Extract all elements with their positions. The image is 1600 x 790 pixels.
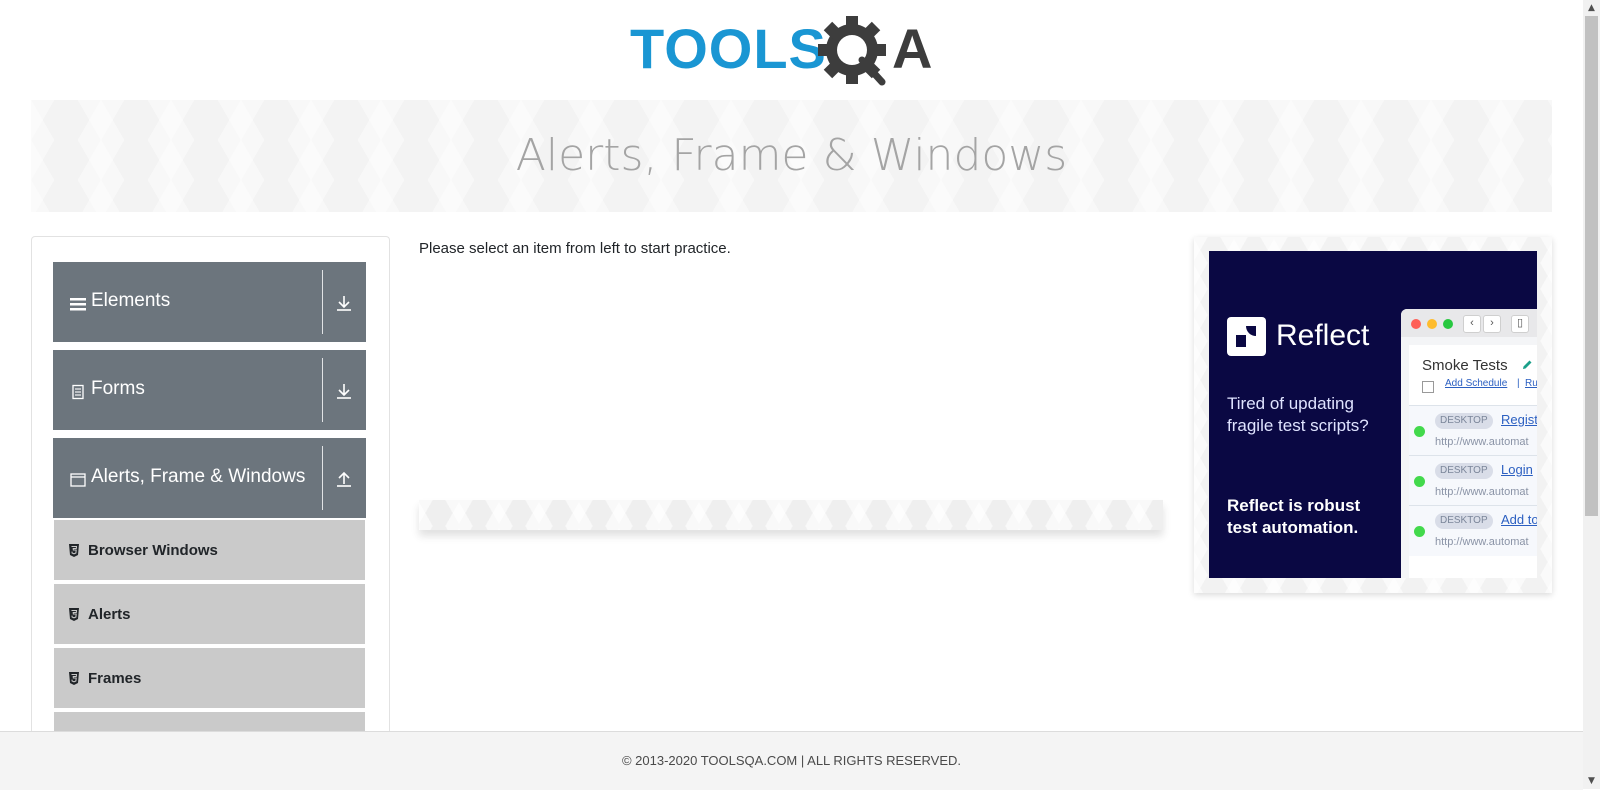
ad-panel-title: Smoke Tests <box>1422 357 1508 374</box>
sidebar-item-frames[interactable]: Frames <box>54 648 365 710</box>
test-name: Add to <box>1501 512 1537 527</box>
sidebar-item-label: Browser Windows <box>88 542 218 559</box>
sidebar-item-label: Frames <box>88 670 142 687</box>
scroll-up-arrow-icon[interactable]: ▲ <box>1583 0 1600 16</box>
calendar-icon <box>1422 381 1434 393</box>
reflect-logo-icon <box>1227 317 1266 356</box>
sidebar-item-alerts[interactable]: Alerts <box>54 584 365 646</box>
footer-copyright: © 2013-2020 TOOLSQA.COM | ALL RIGHTS RES… <box>621 753 962 768</box>
page-banner: Alerts, Frame & Windows <box>31 100 1552 212</box>
group-title-elements: Elements <box>91 290 171 311</box>
ad-test-row: DESKTOP Registr http://www.automat <box>1409 405 1537 456</box>
group-header-alerts-frame-windows[interactable]: Alerts, Frame & Windows <box>53 438 366 518</box>
download-arrow-icon[interactable] <box>335 382 353 400</box>
browser-titlebar: ‹ › ▯ <box>1401 309 1537 337</box>
ad-test-row: DESKTOP Login http://www.automat <box>1409 455 1537 506</box>
test-name: Registr <box>1501 412 1537 427</box>
divider <box>322 358 323 422</box>
platform-badge: DESKTOP <box>1435 513 1493 529</box>
hamburger-icon <box>70 298 86 311</box>
logo-text-tools: TOOLS <box>630 17 827 80</box>
group-title-forms: Forms <box>91 378 145 399</box>
page-footer: © 2013-2020 TOOLSQA.COM | ALL RIGHTS RES… <box>0 731 1583 790</box>
upload-arrow-icon[interactable] <box>335 470 353 488</box>
group-title-alerts-frame-windows: Alerts, Frame & Windows <box>91 466 306 487</box>
left-sidebar: Elements Forms Alerts, Frame & Windows B… <box>31 236 390 742</box>
close-dot-icon <box>1411 319 1421 329</box>
html5-shield-icon <box>69 608 79 621</box>
status-dot-icon <box>1414 426 1425 437</box>
ad-tagline: Tired of updating fragile test scripts? <box>1227 394 1369 435</box>
intro-text: Please select an item from left to start… <box>419 240 731 257</box>
right-ad-container: Reflect Tired of updating fragile test s… <box>1194 237 1552 593</box>
test-url: http://www.automat <box>1435 436 1529 448</box>
page-title: Alerts, Frame & Windows <box>515 130 1068 181</box>
sidebar-toggle-icon: ▯ <box>1511 315 1529 333</box>
platform-badge: DESKTOP <box>1435 413 1493 429</box>
ad-test-panel: Smoke Tests Add Schedule | Ru DESKTOP Re… <box>1409 345 1537 578</box>
run-link-partial: Ru <box>1525 378 1537 389</box>
gear-magnifier-icon <box>818 16 886 86</box>
vertical-scrollbar[interactable]: ▲ ▼ <box>1583 0 1600 789</box>
divider <box>322 446 323 510</box>
ad-brand-name: Reflect <box>1276 319 1370 352</box>
platform-badge: DESKTOP <box>1435 463 1493 479</box>
divider <box>322 270 323 334</box>
html5-shield-icon <box>69 672 79 685</box>
scroll-down-arrow-icon[interactable]: ▼ <box>1583 773 1600 789</box>
window-icon <box>70 473 86 487</box>
add-schedule-link: Add Schedule <box>1445 378 1508 389</box>
download-arrow-icon[interactable] <box>335 294 353 312</box>
toolsqa-logo[interactable]: TOOLS A <box>630 14 960 92</box>
maximize-dot-icon <box>1443 319 1453 329</box>
ad-test-row: DESKTOP Add to http://www.automat <box>1409 505 1537 556</box>
test-url: http://www.automat <box>1435 536 1529 548</box>
form-document-icon <box>72 384 84 400</box>
chevron-right-icon: › <box>1483 315 1501 333</box>
pencil-icon <box>1523 360 1532 369</box>
ad-browser-mockup: ‹ › ▯ Smoke Tests Add Schedule | Ru DESK… <box>1401 309 1537 578</box>
group-header-forms[interactable]: Forms <box>53 350 366 430</box>
link-separator: | <box>1517 378 1520 389</box>
html5-shield-icon <box>69 544 79 557</box>
status-dot-icon <box>1414 526 1425 537</box>
sidebar-item-label: Alerts <box>88 606 131 623</box>
status-dot-icon <box>1414 476 1425 487</box>
chevron-left-icon: ‹ <box>1463 315 1481 333</box>
group-header-elements[interactable]: Elements <box>53 262 366 342</box>
test-url: http://www.automat <box>1435 486 1529 498</box>
reflect-ad[interactable]: Reflect Tired of updating fragile test s… <box>1209 251 1537 578</box>
ad-placeholder <box>419 500 1163 530</box>
minimize-dot-icon <box>1427 319 1437 329</box>
logo-text-a: A <box>892 17 932 80</box>
scrollbar-thumb[interactable] <box>1585 16 1598 516</box>
test-name: Login <box>1501 462 1533 477</box>
sidebar-item-browser-windows[interactable]: Browser Windows <box>54 520 365 582</box>
ad-tagline-secondary: Reflect is robust test automation. <box>1227 496 1361 537</box>
